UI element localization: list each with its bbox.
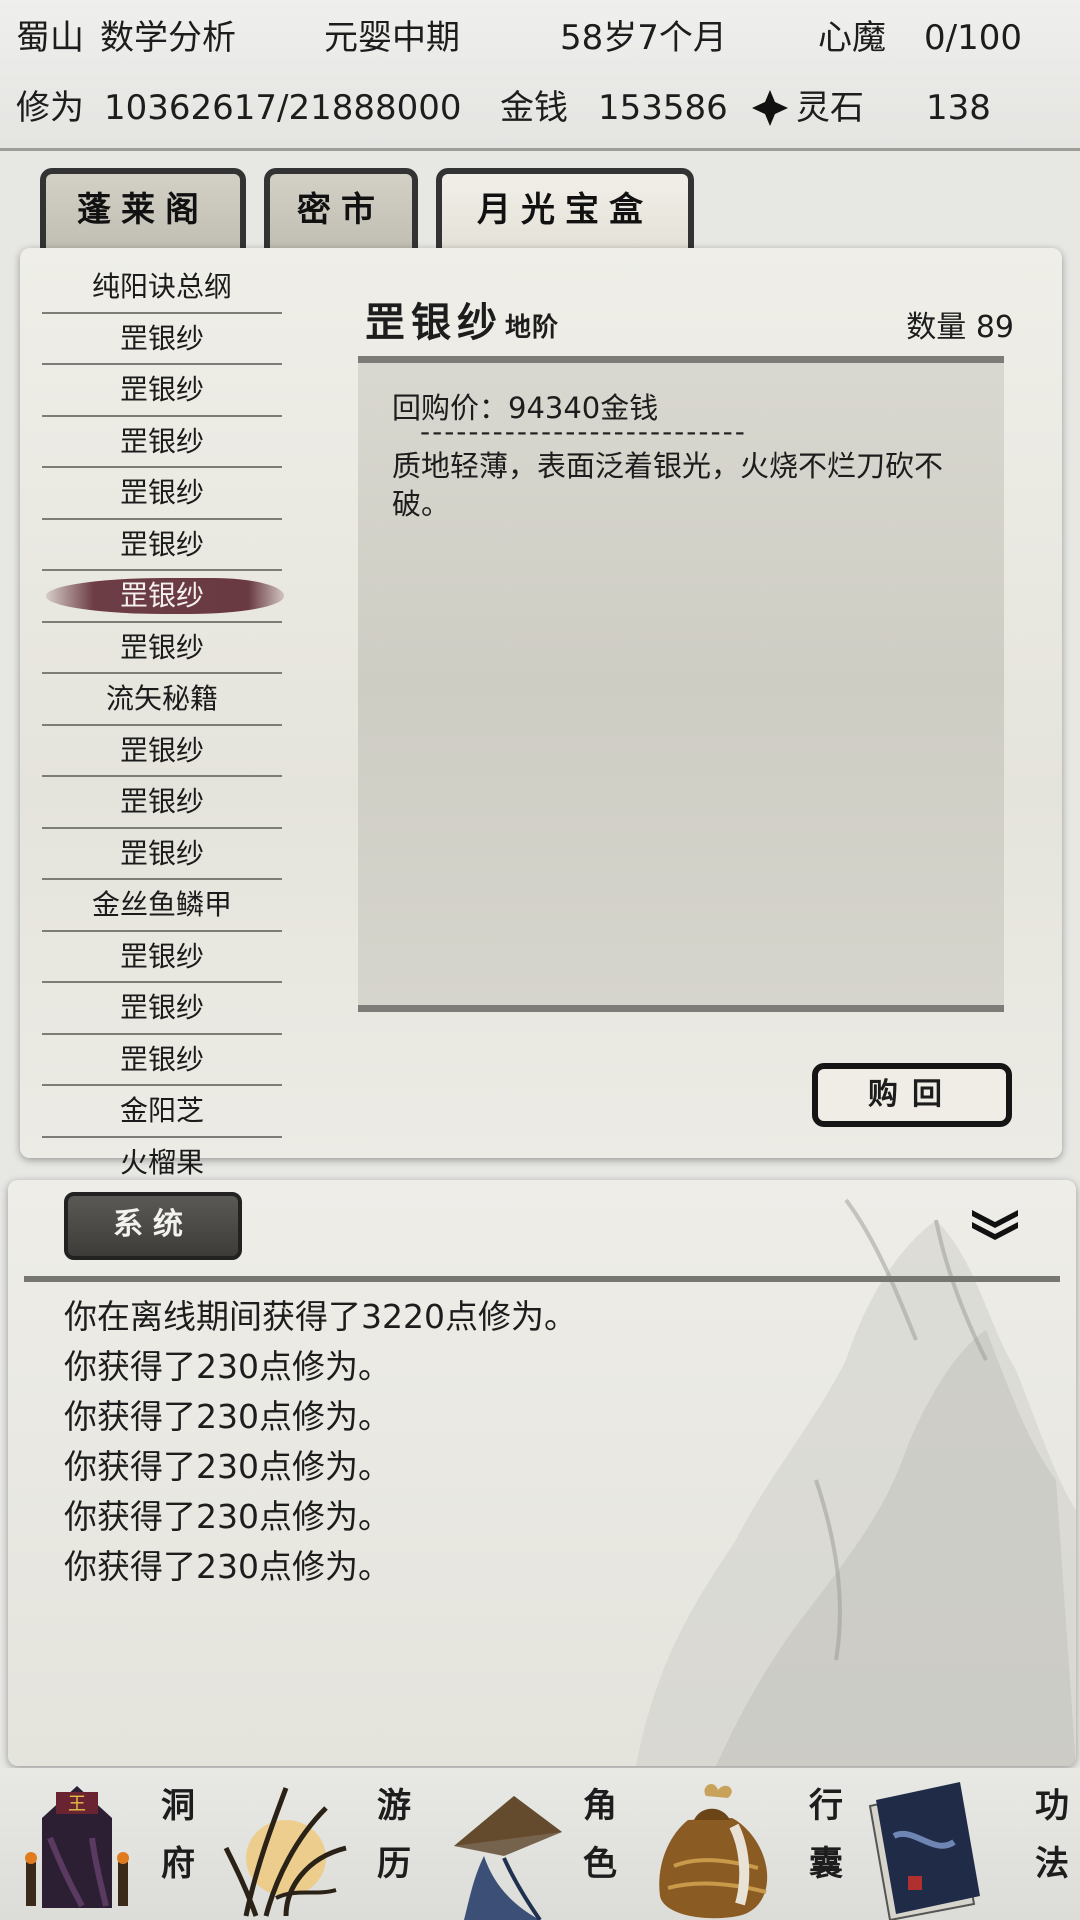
- character-name: 数学分析: [100, 18, 236, 58]
- item-name: 罡银纱: [365, 299, 503, 346]
- bottom-nav: 王 洞 府 游 历 角 色 行 囊 功 法: [0, 1768, 1080, 1920]
- cave-residence-icon: 王: [25, 1786, 129, 1908]
- message-divider: [24, 1276, 1060, 1282]
- list-item[interactable]: 罡银纱: [42, 314, 282, 365]
- list-item[interactable]: 罡银纱: [42, 1035, 282, 1086]
- list-item[interactable]: 罡银纱: [42, 726, 282, 777]
- nav-cave-residence[interactable]: 王 洞 府: [0, 1768, 216, 1920]
- tab-moonlight-box[interactable]: 月光宝盒: [436, 168, 694, 248]
- list-item[interactable]: 罡银纱: [42, 417, 282, 468]
- item-detail-title: 罡银纱地阶: [365, 290, 559, 348]
- message-line: 你获得了230点修为。: [64, 1447, 391, 1486]
- list-item[interactable]: 罡银纱: [42, 520, 282, 571]
- nav-travel[interactable]: 游 历: [216, 1768, 432, 1920]
- list-item[interactable]: 金阳芝: [42, 1086, 282, 1138]
- message-line: 你获得了230点修为。: [64, 1547, 391, 1586]
- realm-text: 元婴中期: [324, 18, 460, 58]
- item-description-box: 回购价：94340金钱 --------------------------- …: [358, 356, 1004, 1012]
- list-item[interactable]: 罡银纱: [42, 829, 282, 880]
- nav-character[interactable]: 角 色: [432, 1768, 648, 1920]
- list-item[interactable]: 罡银纱: [42, 983, 282, 1035]
- status-bar: 蜀山 数学分析 元婴中期 58岁7个月 心魔 0/100 修为 10362617…: [0, 0, 1080, 151]
- shop-panel: 纯阳诀总纲 罡银纱 罡银纱 罡银纱 罡银纱 罡银纱 罡银纱 罡银纱 流矢秘籍 罡…: [20, 248, 1062, 1179]
- demon-label: 心魔: [818, 18, 886, 58]
- message-line: 你在离线期间获得了3220点修为。: [64, 1297, 577, 1336]
- list-item[interactable]: 罡银纱: [42, 623, 282, 674]
- travel-grass-icon: [223, 1787, 347, 1917]
- nav-inventory[interactable]: 行 囊: [648, 1768, 864, 1920]
- buyback-button[interactable]: 购回: [812, 1063, 1012, 1127]
- character-hat-icon: [454, 1796, 562, 1920]
- list-item-selected[interactable]: 罡银纱: [42, 571, 284, 623]
- item-description: 质地轻薄，表面泛着银光，火烧不烂刀砍不破。: [392, 449, 944, 521]
- location-text: 蜀山: [16, 18, 84, 58]
- tab-system[interactable]: 系统: [64, 1192, 242, 1260]
- item-grade: 地阶: [505, 313, 560, 343]
- list-item[interactable]: 罡银纱: [42, 777, 282, 829]
- cultivation-label: 修为: [16, 88, 84, 128]
- description-divider: ---------------------------: [420, 415, 747, 448]
- list-item[interactable]: 罡银纱: [42, 932, 282, 983]
- list-item[interactable]: 罡银纱: [42, 365, 282, 417]
- money-value: 153586: [598, 88, 728, 128]
- list-item[interactable]: 流矢秘籍: [42, 674, 282, 726]
- demon-value: 0/100: [924, 18, 1022, 58]
- bag-icon: [659, 1783, 768, 1919]
- spirit-stone-label: 灵石: [796, 88, 864, 128]
- collapse-chevron-icon[interactable]: [968, 1206, 1022, 1242]
- message-panel: 系统 你在离线期间获得了3220点修为。 你获得了230点修为。 你获得了230…: [8, 1180, 1076, 1766]
- age-text: 58岁7个月: [560, 18, 727, 58]
- money-label: 金钱: [500, 88, 568, 128]
- list-item[interactable]: 金丝鱼鳞甲: [42, 880, 282, 932]
- tab-black-market[interactable]: 密市: [264, 168, 418, 248]
- cultivation-value: 10362617/21888000: [104, 88, 462, 128]
- message-line: 你获得了230点修为。: [64, 1347, 391, 1386]
- ink-mountain-background: [636, 1198, 1076, 1766]
- svg-text:王: 王: [68, 1794, 86, 1815]
- tab-penglai[interactable]: 蓬莱阁: [40, 168, 246, 248]
- quantity-label: 数量: [906, 310, 967, 345]
- nav-skills[interactable]: 功 法: [864, 1768, 1080, 1920]
- spirit-stone-icon: [750, 88, 790, 137]
- item-quantity: 数量 89: [906, 302, 1014, 346]
- quantity-value: 89: [975, 310, 1014, 345]
- list-item[interactable]: 罡银纱: [42, 468, 282, 520]
- list-item[interactable]: 纯阳诀总纲: [42, 262, 282, 314]
- spirit-stone-value: 138: [926, 88, 991, 128]
- message-line: 你获得了230点修为。: [64, 1497, 391, 1536]
- message-list: 你在离线期间获得了3220点修为。 你获得了230点修为。 你获得了230点修为…: [64, 1292, 577, 1592]
- item-list: 纯阳诀总纲 罡银纱 罡银纱 罡银纱 罡银纱 罡银纱 罡银纱 罡银纱 流矢秘籍 罡…: [42, 262, 284, 1187]
- scripture-book-icon: [868, 1782, 980, 1920]
- message-line: 你获得了230点修为。: [64, 1397, 391, 1436]
